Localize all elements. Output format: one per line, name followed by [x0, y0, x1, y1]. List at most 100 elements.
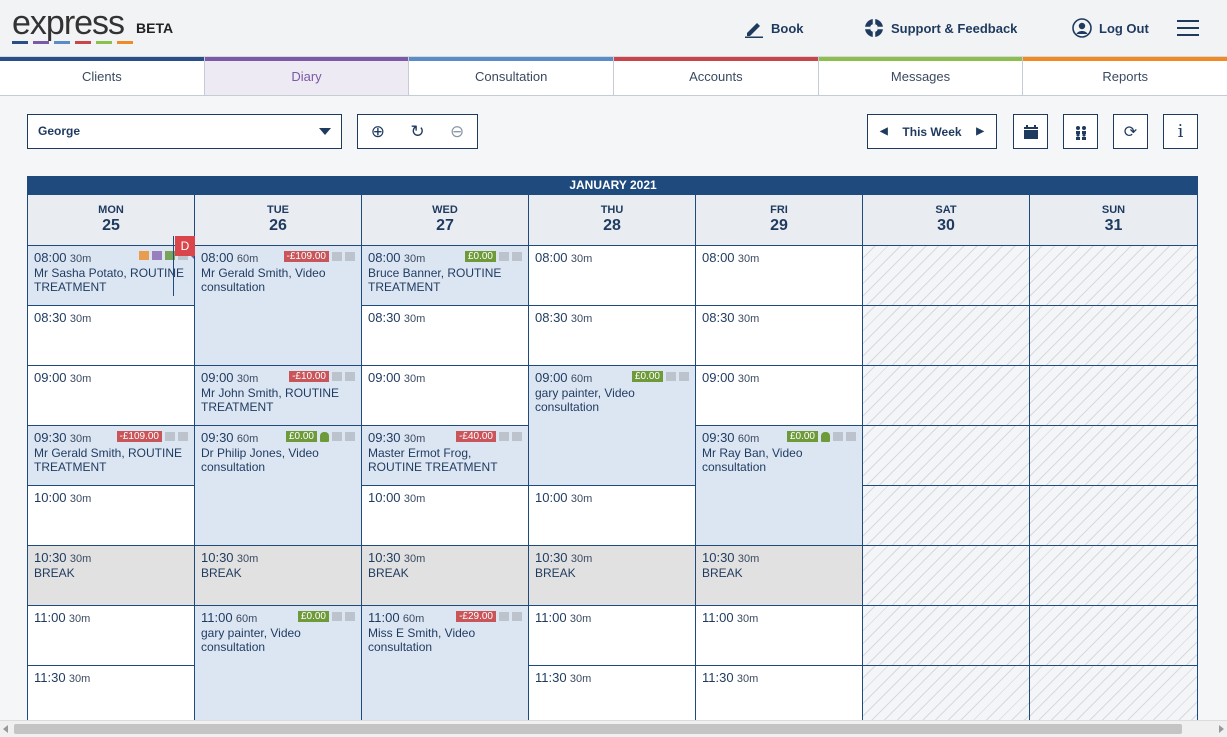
break-slot[interactable]: 10:30 30m BREAK	[529, 546, 696, 606]
free-slot[interactable]: 08:30 30m	[529, 306, 696, 366]
break-slot[interactable]: 10:30 30m BREAK	[362, 546, 529, 606]
note-icon	[679, 372, 689, 381]
appointment-slot[interactable]: 11:00 60m Miss E Smith, Video consultatio…	[362, 606, 529, 721]
break-slot[interactable]: 10:30 30m BREAK	[696, 546, 863, 606]
unavailable-slot	[1030, 306, 1198, 366]
info-button[interactable]: i	[1163, 114, 1198, 149]
slot-duration: 30m	[737, 253, 760, 265]
break-slot[interactable]: 10:30 30m BREAK	[28, 546, 195, 606]
break-label: BREAK	[201, 566, 242, 580]
day-header-sun: SUN 31	[1030, 195, 1198, 246]
slot-duration: 60m	[235, 613, 258, 625]
book-button[interactable]: Book	[744, 18, 804, 38]
appointment-slot[interactable]: 09:30 30m Mr Gerald Smith, ROUTINE TREATM…	[28, 426, 195, 486]
slot-time-row: 11:00 30m	[34, 610, 188, 625]
unavailable-slot	[863, 666, 1030, 721]
free-slot[interactable]: 10:00 30m	[362, 486, 529, 546]
price-badge: £0.00	[464, 251, 496, 262]
appointment-slot[interactable]: 09:30 60m Dr Philip Jones, Video consulta…	[195, 426, 362, 546]
logo-color-bar	[117, 41, 133, 44]
free-slot[interactable]: 08:30 30m	[696, 306, 863, 366]
note-icon	[345, 372, 355, 381]
calendar-button[interactable]	[1013, 114, 1048, 149]
zoom-out-icon[interactable]: ⊖	[450, 122, 464, 142]
free-slot[interactable]: 11:30 30m	[529, 666, 696, 721]
tab-accounts[interactable]: Accounts	[614, 57, 819, 95]
appointment-slot[interactable]: 08:00 60m Mr Gerald Smith, Video consulta…	[195, 246, 362, 366]
week-calendar: JANUARY 2021 MON 25 TUE 26 WED 27 THU 28 FRI 29 SA…	[27, 176, 1198, 721]
slot-time: 09:00	[535, 370, 568, 385]
slot-time: 08:00	[201, 250, 234, 265]
price-badge: -£109.00	[283, 251, 329, 262]
appointment-slot[interactable]: 09:30 30m Master Ermot Frog, ROUTINE TREA…	[362, 426, 529, 486]
refresh-button[interactable]: ⟳	[1113, 114, 1148, 149]
free-slot[interactable]: 11:30 30m	[28, 666, 195, 721]
free-slot[interactable]: 10:00 30m	[529, 486, 696, 546]
free-slot[interactable]: 11:00 30m	[696, 606, 863, 666]
unavailable-slot	[1030, 246, 1198, 306]
day-date: 30	[937, 217, 955, 234]
appointment-slot[interactable]: 09:00 60m gary painter, Video consultatio…	[529, 366, 696, 486]
day-date: 31	[1104, 217, 1123, 234]
appointment-slot[interactable]: 08:00 30m Mr Sasha Potato, ROUTINE TREATM…	[28, 246, 195, 306]
scrollbar-thumb[interactable]	[14, 724, 1182, 734]
free-slot[interactable]: 08:30 30m	[28, 306, 195, 366]
appointment-slot[interactable]: 11:00 60m gary painter, Video consultatio…	[195, 606, 362, 721]
zoom-in-icon[interactable]: ⊕	[371, 122, 385, 142]
tab-messages[interactable]: Messages	[818, 57, 1024, 95]
note-icon	[345, 252, 355, 261]
slot-time: 11:30	[535, 670, 567, 685]
free-slot[interactable]: 08:00 30m	[696, 246, 863, 306]
appointment-badges: £0.00	[297, 611, 355, 622]
note-icon	[165, 432, 175, 441]
express-logo[interactable]: express BETA	[12, 6, 173, 44]
appointment-slot[interactable]: 09:00 30m Mr John Smith, ROUTINE TREATMEN…	[195, 366, 362, 426]
day-header-fri: FRI 29	[696, 195, 863, 246]
free-slot[interactable]: 08:00 30m	[529, 246, 696, 306]
free-slot[interactable]: 09:00 30m	[28, 366, 195, 426]
zoom-controls: ⊕ ↻ ⊖	[357, 114, 478, 149]
logout-button[interactable]: Log Out	[1072, 18, 1149, 38]
refresh-zoom-icon[interactable]: ↻	[410, 122, 424, 142]
break-slot[interactable]: 10:30 30m BREAK	[195, 546, 362, 606]
appointment-slot[interactable]: 09:30 60m Mr Ray Ban, Video consultation £…	[696, 426, 863, 546]
tab-reports[interactable]: Reports	[1023, 57, 1227, 95]
appointment-slot[interactable]: 08:00 30m Bruce Banner, ROUTINE TREATMENT…	[362, 246, 529, 306]
break-label: BREAK	[34, 566, 75, 580]
unavailable-slot	[863, 426, 1030, 486]
free-slot[interactable]: 11:00 30m	[529, 606, 696, 666]
next-week-icon[interactable]: ▶	[976, 126, 984, 137]
slot-duration: 30m	[570, 253, 593, 265]
appointment-badges: -£29.00	[456, 611, 522, 622]
week-navigator: ◀ This Week ▶	[867, 114, 997, 149]
unavailable-slot	[863, 606, 1030, 666]
stack-icon	[139, 251, 149, 260]
tab-diary[interactable]: Diary	[204, 57, 410, 95]
tab-label: Messages	[890, 69, 951, 84]
logo-color-bar	[12, 41, 28, 44]
slot-time: 11:00	[368, 610, 400, 625]
tab-consultation[interactable]: Consultation	[409, 57, 615, 95]
support-feedback-button[interactable]: Support & Feedback	[864, 18, 1017, 38]
prev-week-icon[interactable]: ◀	[880, 126, 888, 137]
d-badge[interactable]: D	[175, 236, 195, 256]
free-slot[interactable]: 11:30 30m	[696, 666, 863, 721]
slot-time: 10:30	[368, 550, 401, 565]
tab-clients[interactable]: Clients	[0, 57, 205, 95]
free-slot[interactable]: 09:00 30m	[696, 366, 863, 426]
free-slot[interactable]: 08:30 30m	[362, 306, 529, 366]
free-slot[interactable]: 11:00 30m	[28, 606, 195, 666]
people-button[interactable]	[1063, 114, 1098, 149]
scroll-right-icon[interactable]	[1219, 725, 1224, 733]
slot-time-row: 11:30 30m	[535, 670, 689, 685]
free-slot[interactable]: 09:00 30m	[362, 366, 529, 426]
horizontal-scrollbar[interactable]	[0, 720, 1227, 737]
logo-color-bar	[96, 41, 112, 44]
price-badge: -£40.00	[456, 431, 496, 442]
this-week-button[interactable]: This Week	[902, 125, 961, 139]
scroll-left-icon[interactable]	[3, 725, 8, 733]
free-slot[interactable]: 10:00 30m	[28, 486, 195, 546]
practitioner-select[interactable]: George	[27, 114, 342, 149]
tab-color-bar	[204, 57, 409, 61]
hamburger-menu-icon[interactable]	[1177, 20, 1199, 38]
